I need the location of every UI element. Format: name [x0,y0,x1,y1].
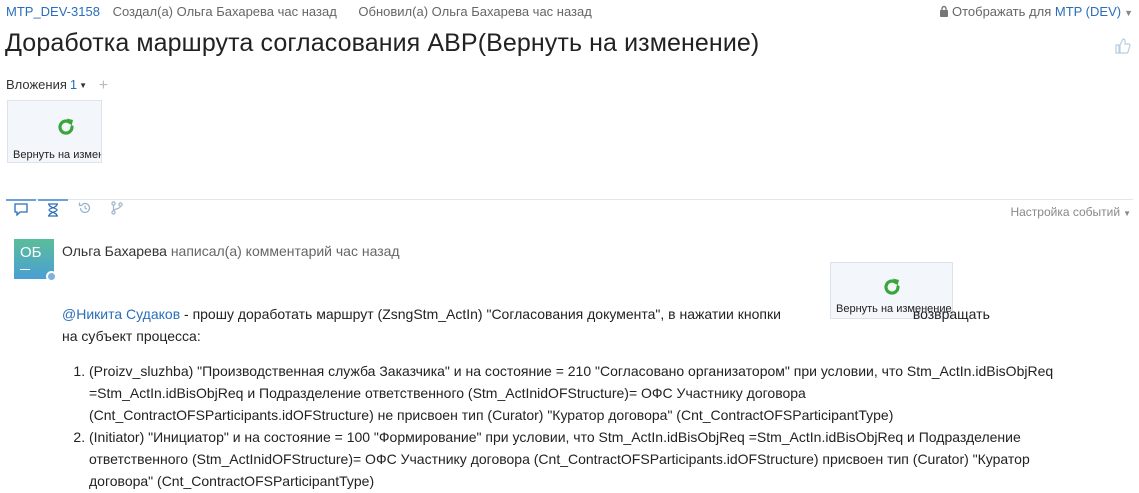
mention-link[interactable]: @Никита Судаков [62,306,180,322]
hourglass-icon [47,202,59,222]
comment-text-line2: на субъект процесса: [62,328,201,344]
status-badge-icon [46,271,57,282]
activity-divider [6,199,1133,200]
caret-down-icon[interactable]: ▼ [79,81,87,90]
list-item: (Initiator) "Инициатор" и на состояние =… [89,426,1089,492]
events-settings-dropdown[interactable]: Настройка событий ▼ [1010,205,1131,219]
updated-info: Обновил(а) Ольга Бахарева час назад [358,4,592,19]
tab-history[interactable] [70,199,100,221]
tab-comments[interactable] [6,199,36,223]
comment-text-before: - прошу доработать маршрут (ZsngStm_ActI… [184,306,781,322]
attachments-label: Вложения [6,77,67,92]
issue-key-link[interactable]: MTP_DEV-3158 [6,4,100,19]
refresh-icon [56,117,76,142]
comment-header: Ольга Бахарева написал(а) комментарий ча… [62,243,400,259]
created-info: Создал(а) Ольга Бахарева час назад [112,4,337,19]
comment-list: (Proizv_sluzhba) "Производственная служб… [70,360,1089,492]
comment-text-after: возвращать [912,306,990,322]
attachments-header: Вложения 1 ▼ + [6,77,108,95]
tab-branches[interactable] [102,199,132,221]
avatar[interactable]: ОБ [14,239,57,282]
list-item: (Proizv_sluzhba) "Производственная служб… [89,360,1089,426]
attachment-thumbnail[interactable]: Вернуть на измен [7,100,102,163]
attachment-thumb-label: Вернуть на измен [13,149,102,161]
comments-icon [14,203,28,221]
chevron-down-icon: ▼ [1123,209,1131,218]
branch-icon [110,200,124,220]
attachments-count[interactable]: 1 [70,77,77,92]
visibility-label: Отображать для [951,4,1052,19]
comment-author[interactable]: Ольга Бахарева [62,243,167,259]
tab-worklog[interactable] [38,199,68,223]
events-settings-label: Настройка событий [1010,205,1121,219]
comment-action: написал(а) комментарий час назад [170,243,400,259]
avatar-initials: ОБ [20,244,42,261]
visibility-project: MTP (DEV) [1054,4,1122,19]
lock-icon [939,5,949,20]
avatar-underline [20,269,30,270]
refresh-icon [882,277,902,302]
issue-title: Доработка маршрута согласования АВР(Верн… [5,29,760,57]
history-icon [78,201,92,220]
add-attachment-icon[interactable]: + [99,77,108,94]
thumbs-up-icon[interactable] [1115,38,1131,59]
chevron-down-icon: ▼ [1124,8,1133,18]
comment-body: @Никита Судаков - прошу доработать маршр… [62,303,1122,347]
issue-meta-row: MTP_DEV-3158 Создал(а) Ольга Бахарева ча… [6,4,1133,22]
visibility-selector[interactable]: Отображать для MTP (DEV) ▼ [939,4,1133,20]
